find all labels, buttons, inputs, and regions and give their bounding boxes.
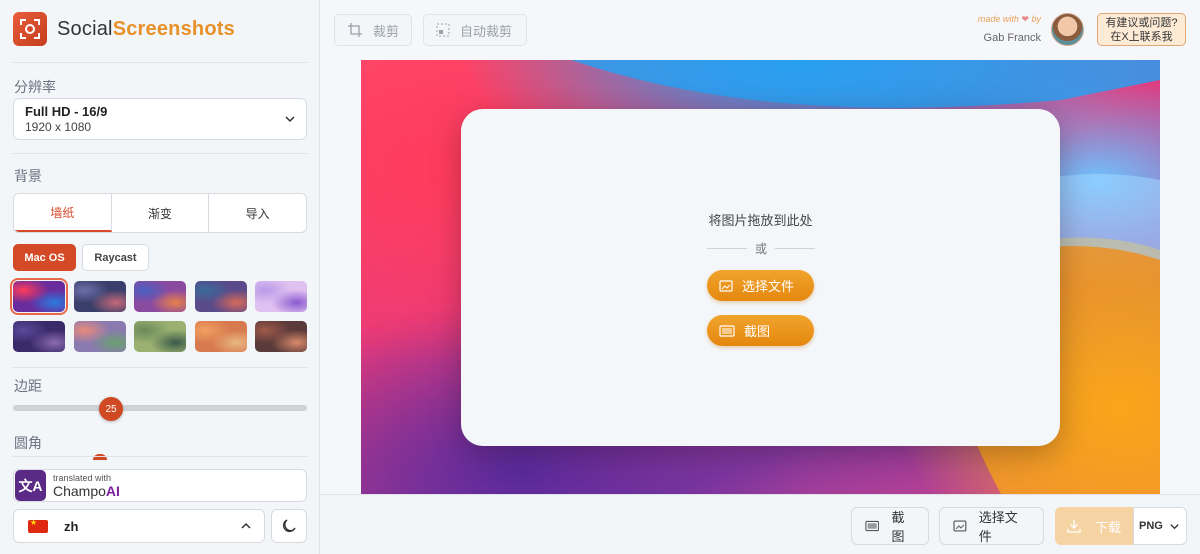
- wallpaper-thumbnail[interactable]: [73, 281, 126, 312]
- champo-caption: translated with: [53, 472, 112, 483]
- screenshot-button[interactable]: 截图: [707, 315, 814, 346]
- raycast-set-button[interactable]: Raycast: [82, 244, 149, 271]
- crop-button[interactable]: 裁剪: [334, 14, 412, 46]
- background-tabs: 墙纸 渐变 导入: [13, 193, 307, 233]
- padding-label: 边距: [14, 378, 42, 394]
- wallpaper-thumbnail[interactable]: [255, 321, 307, 352]
- wallpaper-thumbnail[interactable]: [194, 281, 247, 312]
- download-button[interactable]: 下载: [1055, 507, 1133, 545]
- choose-file-button[interactable]: 选择文件: [707, 270, 814, 301]
- wallpaper-thumbnail[interactable]: [194, 321, 247, 352]
- chevron-down-icon: [285, 116, 295, 123]
- chevron-up-icon: [241, 522, 251, 529]
- wallpaper-thumbnail[interactable]: [134, 321, 186, 352]
- resolution-label: 分辨率: [14, 79, 56, 95]
- app-logo[interactable]: SocialScreenshots: [13, 12, 235, 46]
- china-flag-icon: [28, 518, 48, 533]
- sidebar: SocialScreenshots 分辨率 Full HD - 16/9 192…: [0, 0, 320, 554]
- divider: [13, 62, 307, 63]
- padding-slider-track[interactable]: [13, 405, 307, 411]
- wallpaper-thumbnail[interactable]: [255, 281, 307, 312]
- radius-label: 圆角: [14, 435, 42, 451]
- format-select[interactable]: PNG: [1133, 507, 1187, 545]
- author-name: Gab Franck: [983, 32, 1041, 44]
- monitor-icon: [719, 324, 735, 337]
- macos-set-button[interactable]: Mac OS: [13, 244, 76, 271]
- wallpaper-thumbnail[interactable]: [13, 321, 65, 352]
- avatar[interactable]: [1051, 13, 1084, 46]
- bottom-screenshot-button[interactable]: 截图: [851, 507, 929, 545]
- bottom-choose-file-button[interactable]: 选择文件: [939, 507, 1044, 545]
- background-label: 背景: [14, 168, 42, 184]
- champo-name: ChampoAI: [53, 482, 120, 499]
- language-select[interactable]: zh: [13, 509, 265, 543]
- image-icon: [719, 279, 733, 292]
- language-code: zh: [64, 518, 79, 534]
- wallpaper-thumbnail[interactable]: [134, 281, 186, 312]
- champo-ai-badge[interactable]: 文A translated with ChampoAI: [13, 469, 307, 502]
- drop-instruction: 将图片拖放到此处: [708, 213, 813, 228]
- theme-toggle-button[interactable]: [271, 509, 307, 543]
- moon-icon: [283, 519, 296, 532]
- divider: [13, 367, 307, 368]
- heart-icon: ❤: [1021, 14, 1029, 24]
- camera-icon: [13, 12, 47, 46]
- auto-crop-icon: [436, 23, 450, 37]
- image-icon: [953, 520, 967, 532]
- drop-zone[interactable]: 将图片拖放到此处 或 选择文件 截图: [461, 109, 1060, 446]
- made-with-credit[interactable]: made with ❤ by Gab Franck: [955, 14, 1041, 44]
- translate-icon: 文A: [15, 470, 46, 501]
- tab-wallpaper[interactable]: 墙纸: [14, 194, 112, 232]
- resolution-size: 1920 x 1080: [25, 120, 92, 134]
- wallpaper-thumbnail[interactable]: [10, 278, 68, 315]
- tab-import[interactable]: 导入: [209, 194, 306, 232]
- padding-slider-knob[interactable]: 25: [99, 397, 123, 421]
- divider: [13, 153, 307, 154]
- resolution-title: Full HD - 16/9: [25, 104, 108, 119]
- or-divider: 或: [707, 240, 816, 256]
- feedback-button[interactable]: 有建议或问题? 在X上联系我: [1097, 13, 1186, 46]
- divider: [13, 456, 307, 457]
- wallpaper-thumbnail[interactable]: [73, 321, 126, 352]
- download-icon: [1067, 520, 1081, 533]
- auto-crop-button[interactable]: 自动裁剪: [423, 14, 527, 46]
- monitor-icon: [865, 520, 880, 532]
- tab-gradient[interactable]: 渐变: [112, 194, 210, 232]
- app-name: SocialScreenshots: [57, 17, 235, 40]
- radius-slider-knob[interactable]: [93, 454, 107, 460]
- chevron-down-icon: [1170, 523, 1179, 529]
- crop-icon: [348, 23, 362, 37]
- resolution-select[interactable]: Full HD - 16/9 1920 x 1080: [13, 98, 307, 140]
